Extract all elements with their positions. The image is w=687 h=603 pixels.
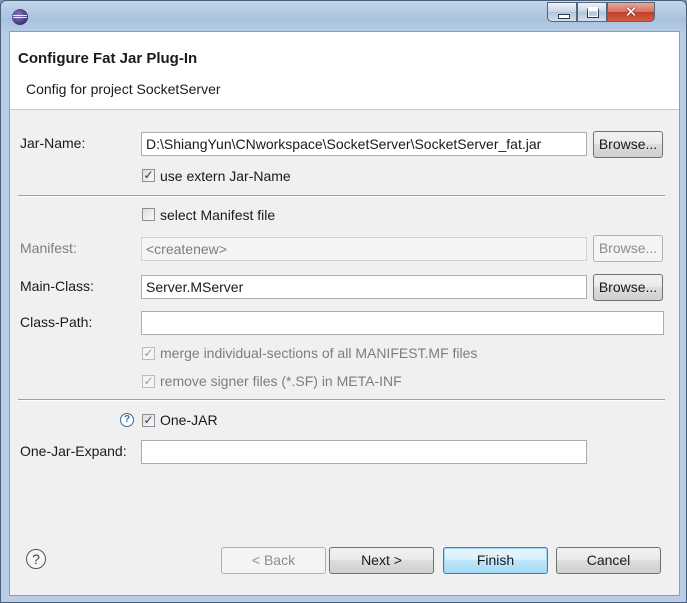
use-extern-checkbox[interactable]: ✓ (142, 169, 155, 182)
help-icon[interactable]: ? (120, 413, 134, 427)
one-jar-label: One-JAR (160, 412, 218, 428)
maximize-icon (587, 7, 599, 18)
page-title: Configure Fat Jar Plug-In (18, 50, 198, 67)
dialog-window: ✕ Configure Fat Jar Plug-In Config for p… (0, 0, 687, 603)
wizard-header: Configure Fat Jar Plug-In Config for pro… (10, 32, 679, 110)
back-button: < Back (221, 547, 326, 574)
finish-button[interactable]: Finish (443, 547, 548, 574)
merge-sections-checkbox: ✓ (142, 346, 155, 360)
cancel-button[interactable]: Cancel (556, 547, 661, 574)
main-class-browse-button[interactable]: Browse... (593, 274, 663, 301)
close-button[interactable]: ✕ (607, 2, 655, 22)
jar-name-field[interactable]: D:\ShiangYun\CNworkspace\SocketServer\So… (141, 132, 587, 156)
one-jar-expand-field[interactable] (141, 440, 587, 464)
class-path-field[interactable] (141, 311, 664, 335)
jar-name-label: Jar-Name: (20, 135, 86, 151)
minimize-button[interactable] (547, 2, 577, 22)
manifest-field: <createnew> (141, 237, 587, 261)
manifest-label: Manifest: (20, 240, 77, 256)
remove-signer-checkbox: ✓ (142, 374, 155, 388)
separator (18, 195, 665, 197)
select-manifest-label: select Manifest file (160, 207, 276, 223)
class-path-label: Class-Path: (20, 314, 93, 330)
jar-name-browse-button[interactable]: Browse... (593, 131, 663, 158)
maximize-button[interactable] (577, 2, 607, 22)
dialog-client: Configure Fat Jar Plug-In Config for pro… (9, 31, 680, 596)
eclipse-icon (12, 9, 28, 25)
help-icon[interactable]: ? (26, 549, 46, 569)
main-class-label: Main-Class: (20, 278, 94, 294)
page-description: Config for project SocketServer (26, 81, 221, 97)
merge-sections-label: merge individual-sections of all MANIFES… (160, 345, 478, 361)
close-icon: ✕ (624, 3, 638, 21)
remove-signer-label: remove signer files (*.SF) in META-INF (160, 373, 402, 389)
minimize-icon (558, 14, 570, 19)
select-manifest-checkbox[interactable] (142, 208, 155, 221)
separator (18, 399, 665, 401)
manifest-browse-button: Browse... (593, 235, 663, 262)
next-button[interactable]: Next > (329, 547, 434, 574)
one-jar-expand-label: One-Jar-Expand: (20, 443, 127, 459)
main-class-field[interactable]: Server.MServer (141, 275, 587, 299)
use-extern-label: use extern Jar-Name (160, 168, 291, 184)
title-bar[interactable]: ✕ (1, 1, 686, 31)
one-jar-checkbox[interactable]: ✓ (142, 414, 155, 427)
